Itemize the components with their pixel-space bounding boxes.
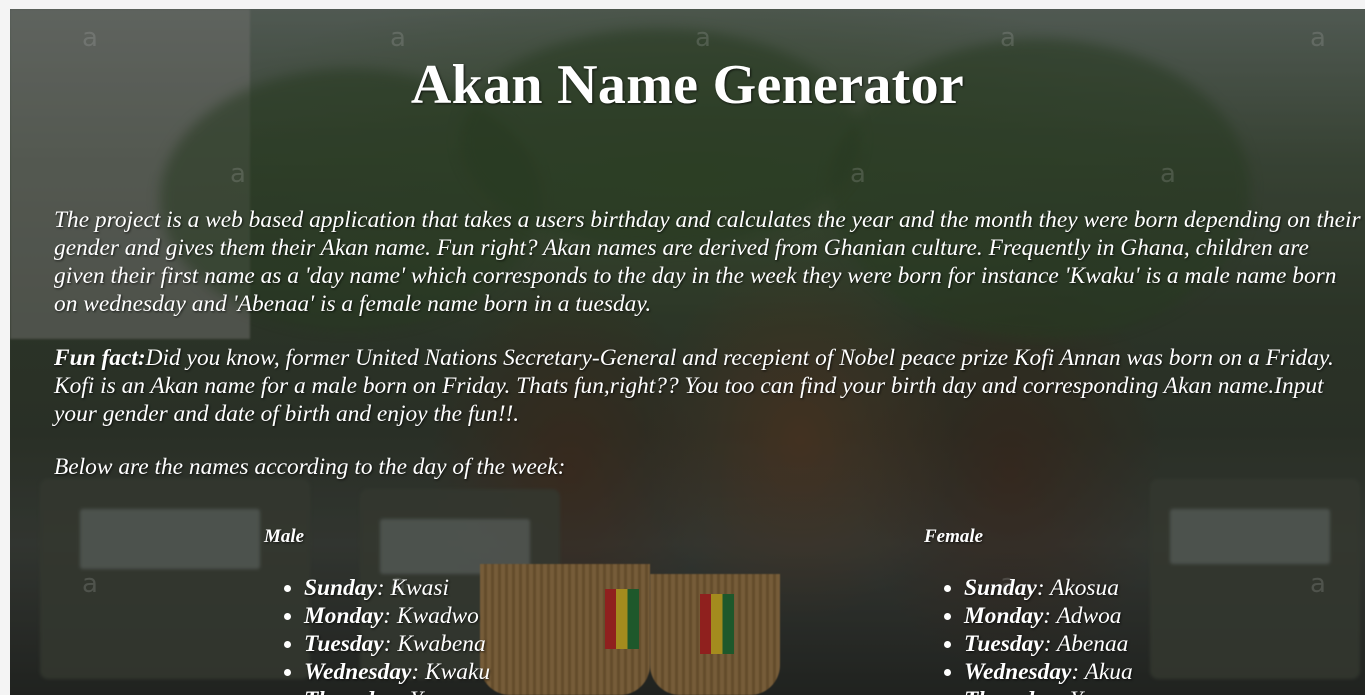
day-label: Wednesday [304,659,412,685]
day-label: Tuesday [304,631,384,657]
akan-name: : Abenaa [1043,631,1129,657]
akan-name: : Kwabena [383,631,486,657]
male-heading: Male [264,526,305,547]
female-names-list: Sunday: Akosua Monday: Adwoa Tuesday: Ab… [924,574,1133,695]
fun-fact-paragraph: Fun fact:Did you know, former United Nat… [54,344,1364,428]
fun-fact-text: Did you know, former United Nations Secr… [54,345,1334,427]
list-item: Monday: Adwoa [964,602,1133,630]
fun-fact-label: Fun fact: [54,345,146,371]
male-names-section: Male Sunday: Kwasi Monday: Kwadwo Tuesda… [264,524,594,695]
female-heading: Female [924,526,984,547]
day-label: Sunday [964,575,1037,601]
male-names-list: Sunday: Kwasi Monday: Kwadwo Tuesday: Kw… [264,574,490,695]
list-item: Wednesday: Kwaku [304,658,490,686]
akan-name: : Kwaku [411,659,491,685]
akan-name: : Kwadwo [383,603,479,629]
day-label: Tuesday [964,631,1044,657]
list-item: Tuesday: Kwabena [304,630,490,658]
list-item: Sunday: Akosua [964,574,1133,602]
list-item: Sunday: Kwasi [304,574,490,602]
list-item: Thursday: Yaw [304,686,490,695]
day-label: Thursday [304,687,396,695]
intro-paragraph: The project is a web based application t… [54,207,1361,317]
day-label: Thursday [964,687,1056,695]
day-label: Sunday [304,575,377,601]
list-item: Wednesday: Akua [964,658,1133,686]
akan-name: : Kwasi [376,575,449,601]
akan-name: : Yaw [396,687,448,695]
day-label: Monday [964,603,1044,629]
list-item: Monday: Kwadwo [304,602,490,630]
akan-name: : Akosua [1036,575,1119,601]
day-label: Wednesday [964,659,1072,685]
list-item: Tuesday: Abenaa [964,630,1133,658]
list-item: Thursday: Yaa [964,686,1133,695]
akan-name: : Yaa [1056,687,1104,695]
day-label: Monday [304,603,384,629]
akan-name: : Adwoa [1043,603,1122,629]
female-names-section: Female Sunday: Akosua Monday: Adwoa Tues… [924,524,1254,695]
names-list-intro: Below are the names according to the day… [54,454,566,480]
background-image: a a a a a a a a a a a a Akan Name Genera… [10,9,1365,695]
akan-name: : Akua [1071,659,1133,685]
page-title: Akan Name Generator [410,54,965,116]
main-content: Akan Name Generator The project is a web… [10,9,1365,695]
